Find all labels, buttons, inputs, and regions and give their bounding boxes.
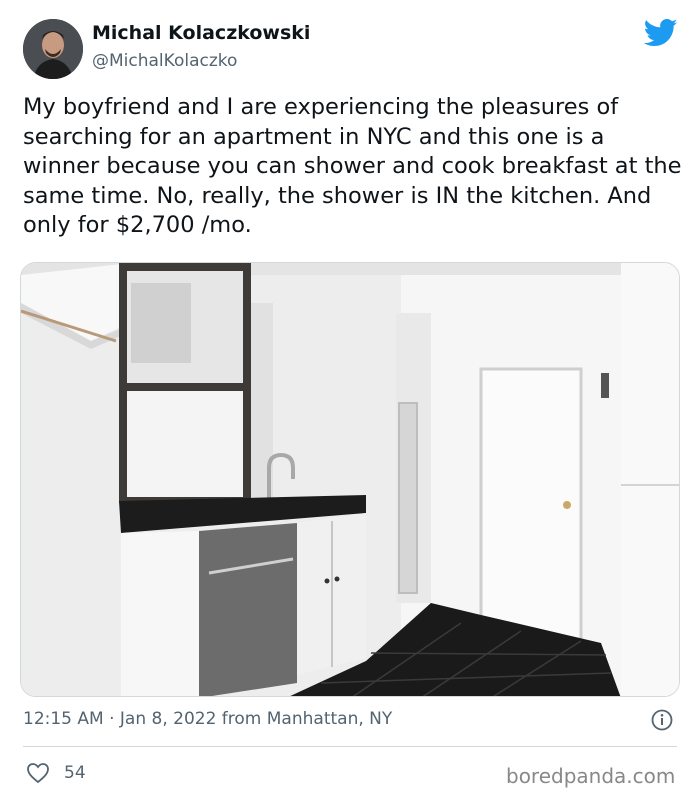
tweet-text: My boyfriend and I are experiencing the … [23,94,682,238]
like-count: 54 [64,763,86,783]
avatar-photo [23,19,83,79]
twitter-bird-icon [644,18,678,47]
avatar[interactable] [23,19,83,79]
heart-icon[interactable] [26,762,50,784]
apartment-photo [21,263,679,696]
user-handle[interactable]: @MichalKolaczko [92,51,237,71]
divider [23,746,677,747]
info-icon[interactable] [651,709,673,731]
display-name[interactable]: Michal Kolaczkowski [92,22,310,44]
watermark: boredpanda.com [506,764,676,788]
tweet-photo[interactable] [20,262,680,697]
tweet-timestamp[interactable]: 12:15 AM · Jan 8, 2022 from Manhattan, N… [23,709,392,729]
